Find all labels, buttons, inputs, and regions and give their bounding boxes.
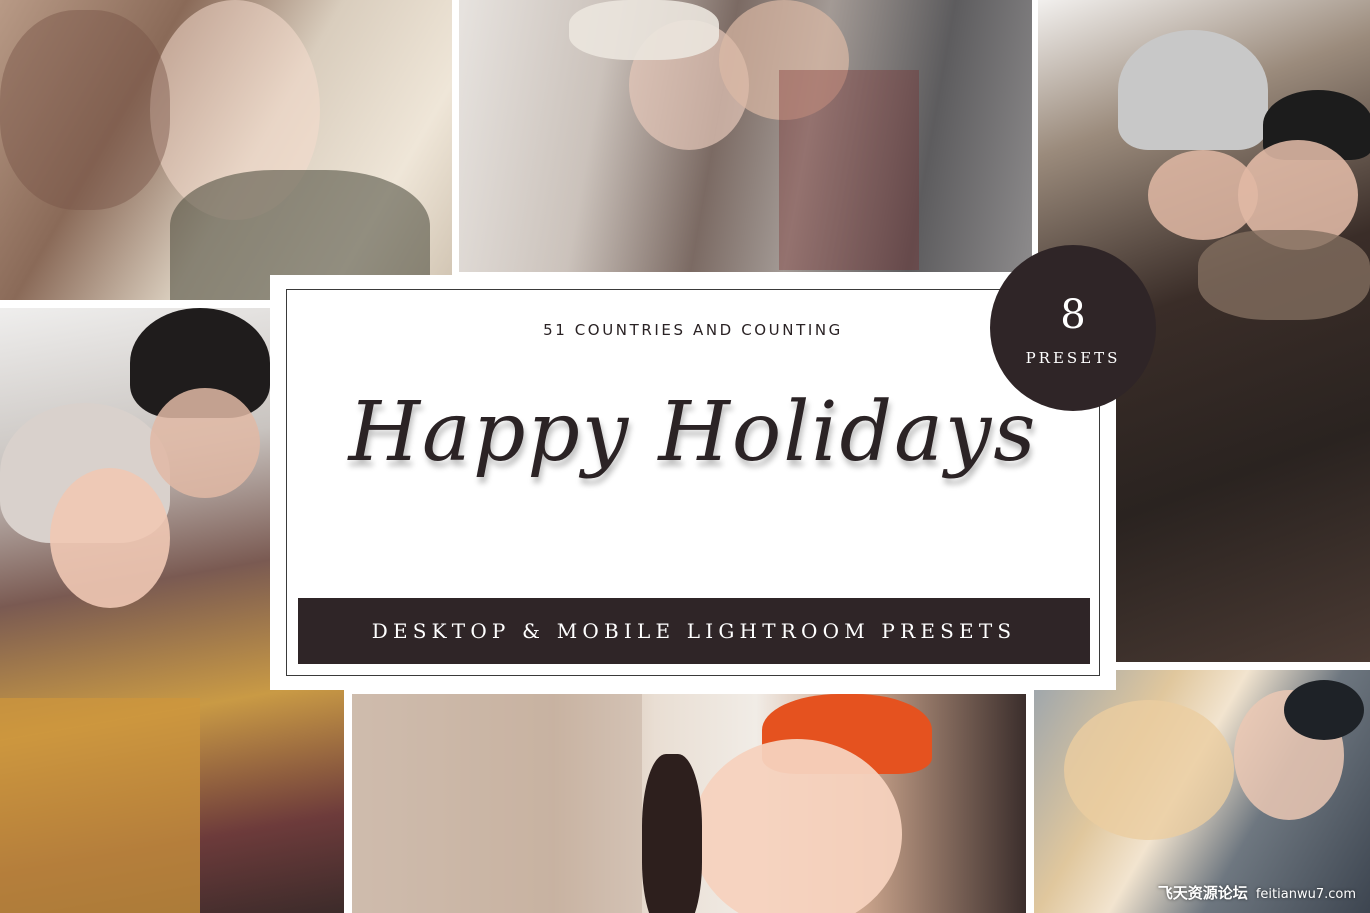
badge-label: PRESETS <box>1025 349 1121 367</box>
watermark-url: feitianwu7.com <box>1255 887 1356 902</box>
title-card: 51 COUNTRIES AND COUNTING Happy Holidays… <box>270 275 1116 690</box>
badge-number: 8 <box>1060 292 1086 338</box>
presets-count-badge: 8 PRESETS <box>990 245 1156 411</box>
photo-couple-kiss-top-left <box>0 0 452 300</box>
page-title: Happy Holidays <box>348 385 1038 480</box>
banner: DESKTOP & MOBILE LIGHTROOM PRESETS <box>298 598 1090 664</box>
watermark-cn: 飞天资源论坛 <box>1157 884 1248 902</box>
photo-couple-embrace-bottom-right <box>1034 670 1370 913</box>
photo-woman-orange-hat-bottom <box>352 694 1026 913</box>
photo-couple-winter-top-center <box>459 0 1032 272</box>
banner-label: DESKTOP & MOBILE LIGHTROOM PRESETS <box>371 619 1017 643</box>
watermark: 飞天资源论坛 feitianwu7.com <box>1158 882 1356 903</box>
